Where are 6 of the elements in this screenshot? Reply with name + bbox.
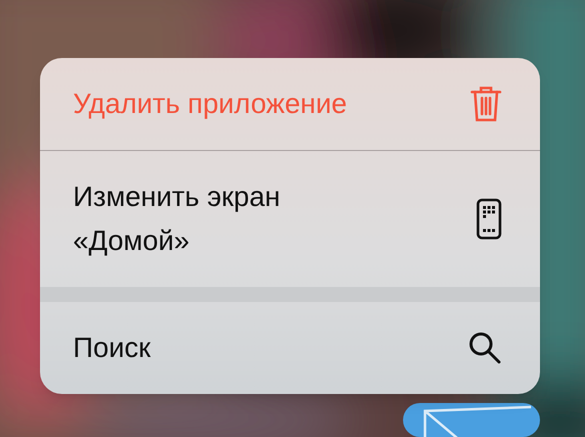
phone-icon [476, 198, 502, 240]
trash-icon [470, 85, 502, 123]
menu-item[interactable]: Поиск [40, 302, 540, 394]
menu-item[interactable]: Изменить экран «Домой» [40, 151, 540, 287]
app-icon[interactable] [403, 403, 540, 437]
search-icon [468, 331, 502, 365]
